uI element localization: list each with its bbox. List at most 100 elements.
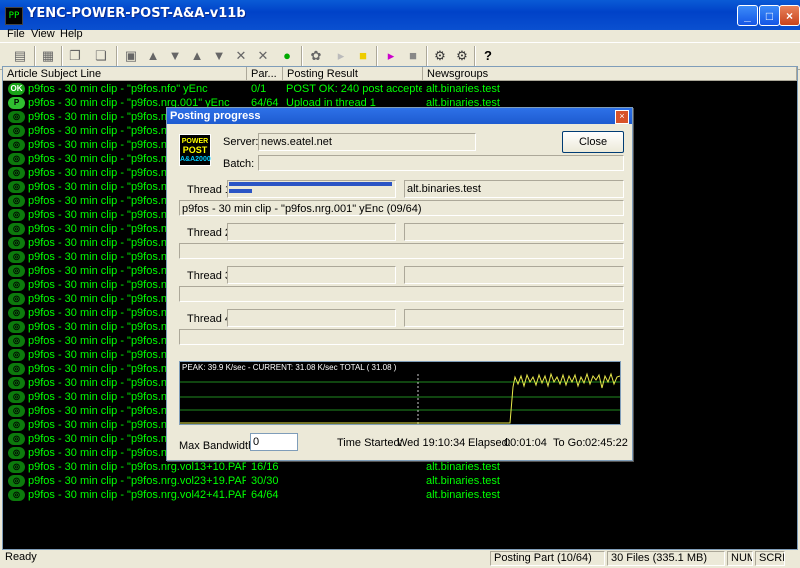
menu-help[interactable]: Help bbox=[60, 28, 83, 40]
dialog-close-icon[interactable]: × bbox=[615, 110, 629, 124]
toolbar-separator bbox=[34, 46, 36, 66]
table-row[interactable]: ◎ p9fos - 30 min clip - "p9fos.nrg.vol13+… bbox=[3, 460, 797, 474]
alt-icon[interactable]: ✕ bbox=[253, 46, 273, 66]
server-field: news.eatel.net bbox=[258, 133, 476, 151]
thread-4-progress bbox=[227, 309, 396, 327]
settings-icon[interactable]: ✿ bbox=[306, 46, 326, 66]
pending-status-icon: ◎ bbox=[8, 475, 25, 487]
pause-icon[interactable]: ■ bbox=[353, 46, 373, 66]
pending-status-icon: ◎ bbox=[8, 461, 25, 473]
pending-status-icon: ◎ bbox=[8, 125, 25, 137]
group-settings-icon[interactable]: ⚙ bbox=[430, 46, 450, 66]
max-bandwidth-input[interactable]: 0 bbox=[250, 433, 298, 451]
dialog-title: Posting progress bbox=[167, 108, 632, 124]
pending-status-icon: ◎ bbox=[8, 363, 25, 375]
status-bar: Ready Posting Part (10/64) 30 Files (335… bbox=[0, 549, 800, 568]
table-row[interactable]: ◎ p9fos - 30 min clip - "p9fos.nrg.vol42+… bbox=[3, 488, 797, 502]
column-result[interactable]: Posting Result bbox=[283, 67, 423, 81]
pending-status-icon: ◎ bbox=[8, 111, 25, 123]
batch-field bbox=[258, 155, 624, 171]
thread-4-subject bbox=[179, 329, 624, 345]
thread-1-total-progress bbox=[229, 189, 252, 193]
time-started-label: Time Started: bbox=[337, 437, 403, 449]
toolbar-separator bbox=[426, 46, 428, 66]
menu-file[interactable]: File bbox=[7, 28, 25, 40]
thread-2-group bbox=[404, 223, 624, 241]
bandwidth-graph: PEAK: 39.9 K/sec - CURRENT: 31.08 K/sec … bbox=[179, 361, 621, 425]
to-go-label: To Go: bbox=[553, 437, 586, 449]
status-scrl: SCRL bbox=[755, 551, 785, 566]
close-dialog-button[interactable]: Close bbox=[562, 131, 624, 153]
elapsed-value: 00:01:04 bbox=[504, 437, 547, 449]
toolbar-separator bbox=[301, 46, 303, 66]
move-up-icon[interactable]: ▲ bbox=[143, 46, 163, 66]
copy-gray-icon[interactable]: ❏ bbox=[91, 46, 111, 66]
menu-bar: File View Help bbox=[0, 26, 800, 42]
copy-icon[interactable]: ❐ bbox=[65, 46, 85, 66]
toolbar-separator bbox=[376, 46, 378, 66]
sort-icon[interactable]: ✕ bbox=[231, 46, 251, 66]
pending-status-icon: ◎ bbox=[8, 489, 25, 501]
subject-cell: p9fos - 30 min clip - "p9fos.nrg.vol42+4… bbox=[28, 489, 246, 501]
toolbar-separator bbox=[474, 46, 476, 66]
pending-status-icon: ◎ bbox=[8, 433, 25, 445]
group-cell: alt.binaries.test bbox=[426, 475, 500, 487]
parts-cell: 0/1 bbox=[251, 83, 267, 95]
column-newsgroups[interactable]: Newsgroups bbox=[423, 67, 797, 81]
pending-status-icon: ◎ bbox=[8, 181, 25, 193]
thread-3-label: Thread 3 bbox=[187, 270, 232, 282]
time-started-value: Wed 19:10:34 bbox=[397, 437, 466, 449]
group-cell: alt.binaries.test bbox=[426, 489, 500, 501]
maximize-button[interactable]: □ bbox=[759, 5, 780, 26]
thread-1-label: Thread 1 bbox=[187, 184, 232, 196]
pending-status-icon: ◎ bbox=[8, 209, 25, 221]
table-row[interactable]: OK p9fos - 30 min clip - "p9fos.nfo" yEnc… bbox=[3, 82, 797, 96]
play-icon[interactable]: ▸ bbox=[331, 46, 351, 66]
server-label: Server: bbox=[223, 136, 259, 148]
pending-status-icon: ◎ bbox=[8, 391, 25, 403]
toolbar-separator bbox=[116, 46, 118, 66]
minimize-button[interactable]: _ bbox=[737, 5, 758, 26]
close-button[interactable]: × bbox=[779, 5, 800, 26]
pending-status-icon: ◎ bbox=[8, 321, 25, 333]
server-settings-icon[interactable]: ⚙ bbox=[452, 46, 472, 66]
pending-status-icon: ◎ bbox=[8, 237, 25, 249]
posting-status-icon: P bbox=[8, 97, 25, 109]
help-icon[interactable]: ? bbox=[478, 46, 498, 66]
yenc-icon[interactable]: ▣ bbox=[121, 46, 141, 66]
max-bandwidth-label: Max Bandwidth: bbox=[179, 440, 258, 452]
status-posting: Posting Part (10/64) bbox=[490, 551, 605, 566]
column-subject[interactable]: Article Subject Line bbox=[3, 67, 247, 81]
app-icon: PP bbox=[5, 7, 23, 25]
pending-status-icon: ◎ bbox=[8, 335, 25, 347]
move-top-icon[interactable]: ▲ bbox=[187, 46, 207, 66]
play-queue-icon[interactable]: ▸ bbox=[381, 46, 401, 66]
pending-status-icon: ◎ bbox=[8, 265, 25, 277]
move-down-icon[interactable]: ▼ bbox=[165, 46, 185, 66]
stop-icon[interactable]: ■ bbox=[403, 46, 423, 66]
new-post-icon[interactable]: ▦ bbox=[38, 46, 58, 66]
properties-icon[interactable]: ▤ bbox=[10, 46, 30, 66]
table-row[interactable]: ◎ p9fos - 30 min clip - "p9fos.nrg.vol23+… bbox=[3, 474, 797, 488]
pending-status-icon: ◎ bbox=[8, 139, 25, 151]
thread-4-label: Thread 4 bbox=[187, 313, 232, 325]
column-parts[interactable]: Par... bbox=[247, 67, 283, 81]
status-files: 30 Files (335.1 MB) bbox=[607, 551, 725, 566]
subject-cell: p9fos - 30 min clip - "p9fos.nrg.vol23+1… bbox=[28, 475, 246, 487]
pending-status-icon: ◎ bbox=[8, 167, 25, 179]
pending-status-icon: ◎ bbox=[8, 377, 25, 389]
move-bottom-icon[interactable]: ▼ bbox=[209, 46, 229, 66]
pending-status-icon: ◎ bbox=[8, 419, 25, 431]
toolbar-separator bbox=[61, 46, 63, 66]
thread-4-group bbox=[404, 309, 624, 327]
ok-status-icon: OK bbox=[8, 83, 25, 95]
status-num: NUM bbox=[727, 551, 753, 566]
menu-view[interactable]: View bbox=[31, 28, 55, 40]
pending-status-icon: ◎ bbox=[8, 405, 25, 417]
thread-2-subject bbox=[179, 243, 624, 259]
thread-3-group bbox=[404, 266, 624, 284]
connect-icon[interactable]: ● bbox=[277, 46, 297, 66]
parts-cell: 16/16 bbox=[251, 461, 279, 473]
pending-status-icon: ◎ bbox=[8, 153, 25, 165]
thread-2-label: Thread 2 bbox=[187, 227, 232, 239]
